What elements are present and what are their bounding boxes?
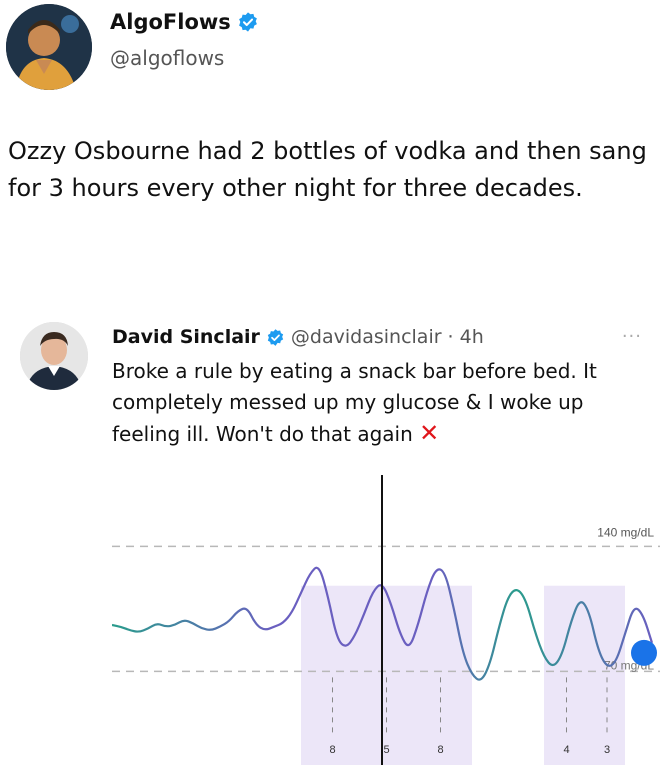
quoted-author-name[interactable]: David Sinclair: [112, 326, 260, 348]
band-label-1: 8: [329, 744, 335, 756]
band-label-3: 8: [437, 744, 443, 756]
quoted-header: David Sinclair @davidasinclair · 4h: [112, 326, 484, 348]
shaded-band-2: [364, 585, 409, 765]
glucose-chart-svg: 140 mg/dL 70 mg/dL 85843: [112, 475, 660, 765]
band-label-5: 3: [604, 744, 610, 756]
shaded-band-3: [409, 585, 472, 765]
author-name-row: AlgoFlows: [110, 10, 259, 34]
author-handle[interactable]: @algoflows: [110, 46, 224, 70]
quoted-text-body: Broke a rule by eating a snack bar befor…: [112, 359, 597, 446]
quoted-text: Broke a rule by eating a snack bar befor…: [112, 356, 652, 450]
shaded-band-4: [544, 585, 589, 765]
band-label-4: 4: [563, 744, 569, 756]
quoted-author-handle[interactable]: @davidasinclair: [291, 326, 442, 348]
author-name[interactable]: AlgoFlows: [110, 10, 231, 34]
quoted-author-avatar[interactable]: [20, 322, 88, 390]
current-reading-dot[interactable]: [631, 639, 657, 666]
quoted-avatar-image: [20, 322, 88, 390]
red-x-icon: ✕: [419, 419, 440, 447]
band-label-2: 5: [383, 744, 389, 756]
upper-threshold-label: 140 mg/dL: [597, 525, 654, 539]
author-avatar[interactable]: [6, 4, 92, 90]
more-options-icon[interactable]: ···: [622, 326, 642, 347]
author-avatar-image: [6, 4, 92, 90]
quoted-verified-badge-icon: [267, 328, 284, 346]
shaded-band-5: [589, 585, 625, 765]
quoted-timestamp[interactable]: · 4h: [448, 326, 484, 348]
tweet-text: Ozzy Osbourne had 2 bottles of vodka and…: [8, 137, 647, 202]
glucose-chart: 140 mg/dL 70 mg/dL 85843: [112, 475, 660, 765]
verified-badge-icon: [238, 12, 257, 32]
